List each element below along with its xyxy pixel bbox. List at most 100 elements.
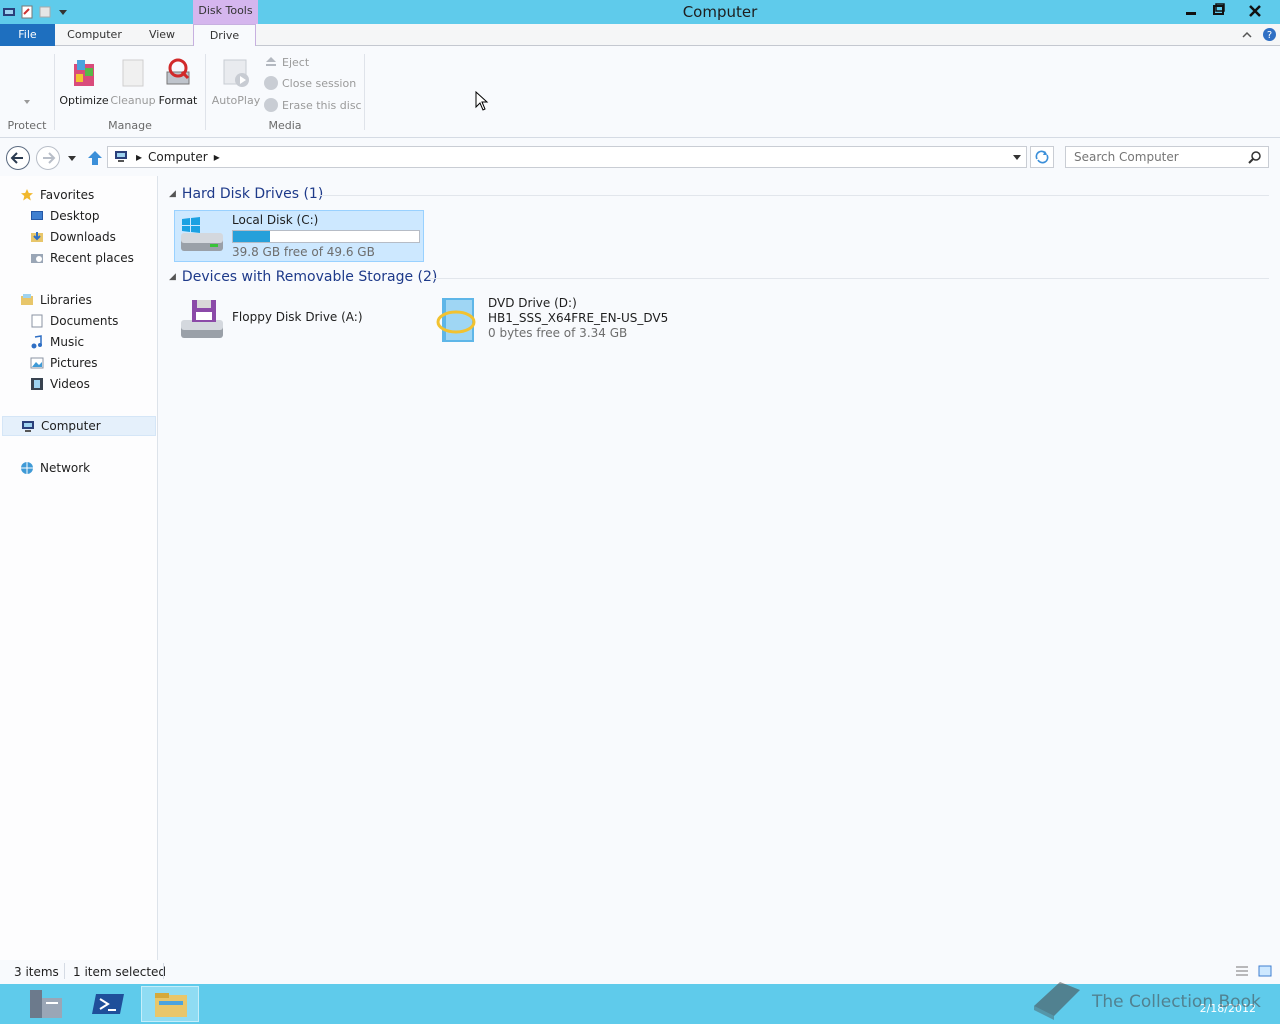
drive-free-space: 0 bytes free of 3.34 GB xyxy=(488,326,628,340)
restore-button[interactable] xyxy=(1205,0,1233,22)
tab-file[interactable]: File xyxy=(0,24,55,46)
content-pane: ◢ Hard Disk Drives (1) Local Disk (C:) 3… xyxy=(159,176,1280,960)
nav-downloads-label: Downloads xyxy=(50,230,116,244)
desktop-icon xyxy=(30,209,44,223)
optimize-button[interactable]: Optimize xyxy=(59,56,109,107)
format-button[interactable]: Format xyxy=(153,56,203,107)
ribbon-separator xyxy=(364,54,365,130)
recent-places-icon xyxy=(30,251,44,265)
help-icon[interactable]: ? xyxy=(1262,27,1277,42)
star-icon xyxy=(20,188,34,202)
eject-button[interactable]: Eject xyxy=(264,54,309,71)
group-label-media: Media xyxy=(268,119,302,132)
customize-qat-icon[interactable] xyxy=(56,5,70,19)
autoplay-label: AutoPlay xyxy=(211,94,261,107)
optimize-icon xyxy=(66,56,102,92)
erase-disc-label: Erase this disc xyxy=(282,98,362,112)
libraries-icon xyxy=(20,293,34,307)
close-button[interactable] xyxy=(1240,0,1270,22)
nav-downloads[interactable]: Downloads xyxy=(30,227,116,247)
erase-disc-button[interactable]: Erase this disc xyxy=(264,98,362,112)
forward-button[interactable] xyxy=(36,146,60,170)
status-divider xyxy=(163,963,164,979)
nav-recent-places[interactable]: Recent places xyxy=(30,248,134,268)
file-explorer-taskbar-button[interactable] xyxy=(141,986,199,1022)
nav-favorites[interactable]: Favorites xyxy=(20,185,94,205)
drive-tile-local-disk-c[interactable]: Local Disk (C:) 39.8 GB free of 49.6 GB xyxy=(174,210,424,262)
navigation-bar: ▸ Computer ▸ xyxy=(0,139,1280,175)
group-label-manage: Manage xyxy=(108,119,152,132)
nav-computer-label: Computer xyxy=(41,419,101,433)
breadcrumb-separator-icon[interactable]: ▸ xyxy=(214,150,220,164)
music-icon xyxy=(30,335,44,349)
nav-documents[interactable]: Documents xyxy=(30,311,118,331)
collapse-triangle-icon[interactable]: ◢ xyxy=(169,189,176,199)
collapse-triangle-icon[interactable]: ◢ xyxy=(169,272,176,282)
breadcrumb-separator-icon[interactable]: ▸ xyxy=(136,150,142,164)
computer-icon xyxy=(21,419,35,433)
group-label-protect: Protect xyxy=(7,119,47,132)
tab-computer[interactable]: Computer xyxy=(62,24,127,46)
nav-videos[interactable]: Videos xyxy=(30,374,90,394)
group-header-removable[interactable]: ◢ Devices with Removable Storage (2) xyxy=(169,269,437,285)
dvd-drive-icon xyxy=(434,296,482,342)
watermark: The Collection Book xyxy=(1030,976,1261,1024)
up-button[interactable] xyxy=(86,149,104,167)
nav-videos-label: Videos xyxy=(50,377,90,391)
tab-view[interactable]: View xyxy=(142,24,182,46)
search-input[interactable] xyxy=(1074,150,1244,164)
new-folder-icon[interactable] xyxy=(38,5,52,19)
cleanup-label: Cleanup xyxy=(110,94,156,107)
close-session-icon xyxy=(264,76,278,90)
nav-recent-places-label: Recent places xyxy=(50,251,134,265)
group-manage: Optimize Cleanup Format Manage xyxy=(55,52,205,134)
nav-network[interactable]: Network xyxy=(20,458,90,478)
search-box[interactable] xyxy=(1065,146,1269,168)
recent-locations-icon[interactable] xyxy=(66,152,78,164)
nav-music[interactable]: Music xyxy=(30,332,84,352)
quick-access-toolbar xyxy=(0,0,70,24)
autoplay-button[interactable]: AutoPlay xyxy=(211,56,261,107)
drive-tile-floppy-a[interactable]: Floppy Disk Drive (A:) xyxy=(175,296,425,346)
minimize-button[interactable] xyxy=(1177,0,1205,22)
powershell-icon[interactable] xyxy=(80,986,138,1022)
group-header-hard-disks-label: Hard Disk Drives (1) xyxy=(181,186,324,202)
drive-tile-dvd-d[interactable]: DVD Drive (D:) HB1_SSS_X64FRE_EN-US_DV5 … xyxy=(431,294,681,346)
refresh-button[interactable] xyxy=(1030,146,1054,168)
search-icon[interactable] xyxy=(1248,150,1262,170)
nav-music-label: Music xyxy=(50,335,85,349)
breadcrumb[interactable]: Computer xyxy=(148,150,208,164)
eject-label: Eject xyxy=(282,56,310,69)
computer-icon xyxy=(114,149,130,166)
back-button[interactable] xyxy=(6,146,30,170)
properties-icon[interactable] xyxy=(20,5,34,19)
address-history-icon[interactable] xyxy=(1012,151,1022,166)
pictures-icon xyxy=(30,356,44,370)
drive-free-space: 39.8 GB free of 49.6 GB xyxy=(232,245,375,259)
autoplay-icon xyxy=(218,56,254,92)
address-bar[interactable]: ▸ Computer ▸ xyxy=(107,146,1027,168)
contextual-tab-group-label: Disk Tools xyxy=(193,0,258,24)
system-menu-icon[interactable] xyxy=(2,5,16,19)
nav-libraries-label: Libraries xyxy=(40,293,92,307)
optimize-label: Optimize xyxy=(59,94,109,107)
nav-libraries[interactable]: Libraries xyxy=(20,290,92,310)
minimize-ribbon-icon[interactable] xyxy=(1240,28,1254,42)
nav-desktop[interactable]: Desktop xyxy=(30,206,100,226)
group-header-hard-disks[interactable]: ◢ Hard Disk Drives (1) xyxy=(169,186,323,202)
group-protect: Protect xyxy=(0,52,54,134)
cleanup-button[interactable]: Cleanup xyxy=(108,56,158,107)
server-manager-icon[interactable] xyxy=(18,986,76,1022)
svg-text:?: ? xyxy=(1267,30,1272,41)
protect-dropdown-icon[interactable] xyxy=(22,96,32,106)
format-icon xyxy=(160,56,196,92)
watermark-text: The Collection Book xyxy=(1092,991,1261,1012)
documents-icon xyxy=(30,314,44,328)
nav-computer[interactable]: Computer xyxy=(2,416,156,436)
network-icon xyxy=(20,461,34,475)
nav-pictures-label: Pictures xyxy=(50,356,98,370)
tab-drive[interactable]: Drive xyxy=(193,24,256,47)
drive-usage-fill xyxy=(233,231,270,242)
close-session-button[interactable]: Close session xyxy=(264,76,356,90)
nav-pictures[interactable]: Pictures xyxy=(30,353,98,373)
